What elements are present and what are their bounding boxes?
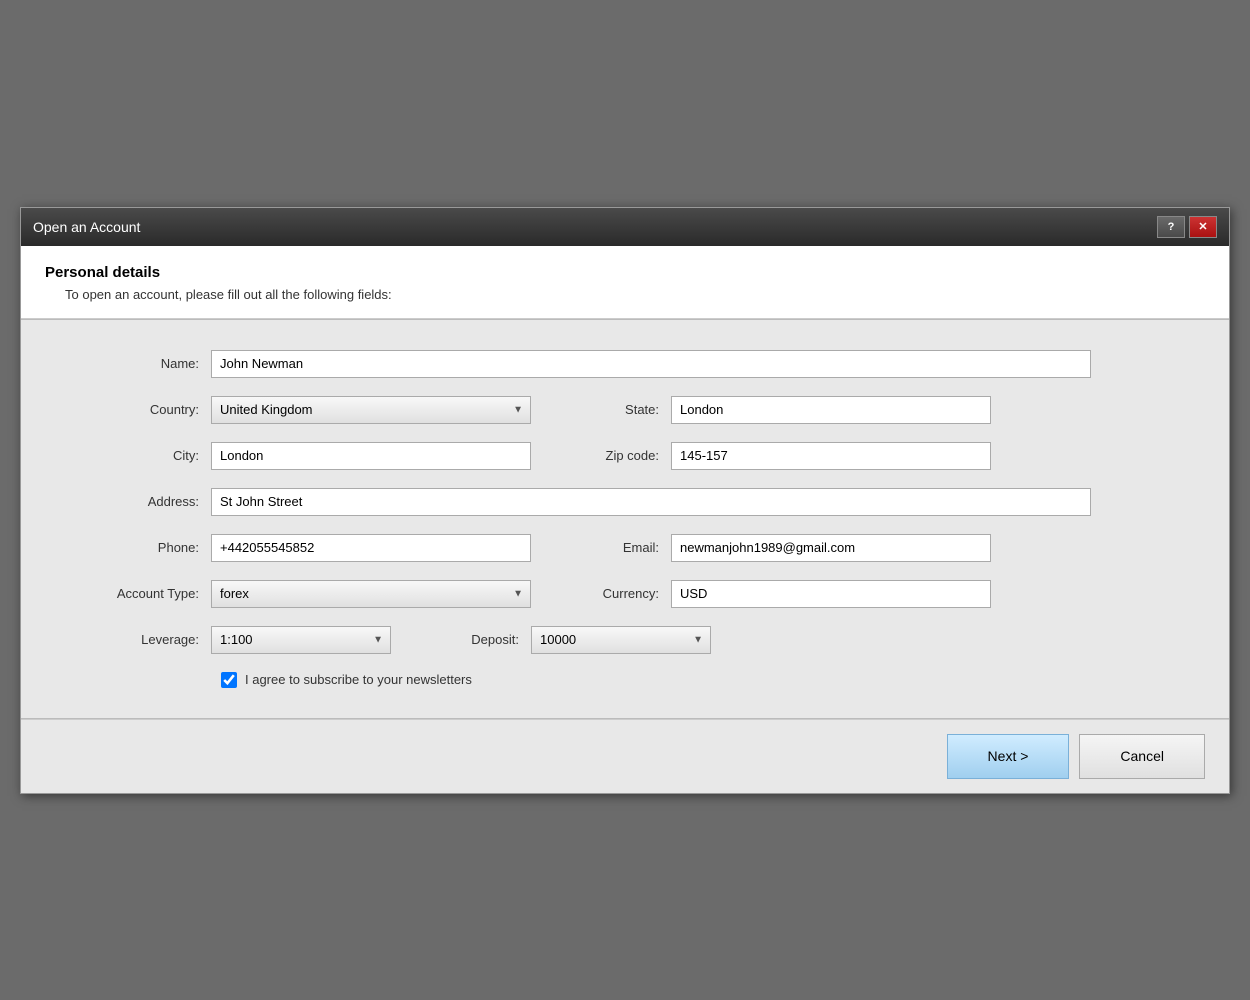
title-bar-buttons: ? ✕ [1157,216,1217,238]
email-group: Email: [571,534,991,562]
name-label: Name: [81,356,211,371]
form-section: Name: Country: United Kingdom United Sta… [21,320,1229,718]
footer-section: Next > Cancel [21,719,1229,793]
close-button[interactable]: ✕ [1189,216,1217,238]
title-bar: Open an Account ? ✕ [21,208,1229,246]
deposit-select[interactable]: 1000 5000 10000 25000 50000 [531,626,711,654]
zip-input[interactable] [671,442,991,470]
newsletter-checkbox[interactable] [221,672,237,688]
country-select[interactable]: United Kingdom United States Germany Fra… [211,396,531,424]
section-subtitle: To open an account, please fill out all … [65,287,1205,302]
name-row: Name: [81,350,1169,378]
deposit-label: Deposit: [431,632,531,647]
state-group: State: [571,396,991,424]
phone-input[interactable] [211,534,531,562]
personal-details-header: Personal details To open an account, ple… [21,246,1229,319]
cancel-button[interactable]: Cancel [1079,734,1205,779]
leverage-deposit-row: Leverage: 1:1 1:10 1:50 1:100 1:200 1:50… [81,626,1169,654]
account-currency-row: Account Type: forex stocks crypto future… [81,580,1169,608]
name-input[interactable] [211,350,1091,378]
address-row: Address: [81,488,1169,516]
section-title: Personal details [45,264,1205,281]
deposit-group: Deposit: 1000 5000 10000 25000 50000 [431,626,711,654]
address-input[interactable] [211,488,1091,516]
account-type-label: Account Type: [81,586,211,601]
phone-label: Phone: [81,540,211,555]
email-label: Email: [571,540,671,555]
zip-label: Zip code: [571,448,671,463]
next-button[interactable]: Next > [947,734,1070,779]
dialog-content: Personal details To open an account, ple… [21,246,1229,793]
leverage-select[interactable]: 1:1 1:10 1:50 1:100 1:200 1:500 [211,626,391,654]
city-label: City: [81,448,211,463]
city-zip-row: City: Zip code: [81,442,1169,470]
account-type-select[interactable]: forex stocks crypto futures [211,580,531,608]
newsletter-checkbox-label: I agree to subscribe to your newsletters [245,672,472,687]
country-state-row: Country: United Kingdom United States Ge… [81,396,1169,424]
help-button[interactable]: ? [1157,216,1185,238]
currency-label: Currency: [571,586,671,601]
account-type-select-wrapper: forex stocks crypto futures [211,580,531,608]
email-input[interactable] [671,534,991,562]
country-select-wrapper: United Kingdom United States Germany Fra… [211,396,531,424]
dialog-window: Open an Account ? ✕ Personal details To … [20,207,1230,794]
dialog-title: Open an Account [33,219,140,235]
currency-group: Currency: [571,580,991,608]
city-input[interactable] [211,442,531,470]
leverage-select-wrapper: 1:1 1:10 1:50 1:100 1:200 1:500 [211,626,391,654]
address-label: Address: [81,494,211,509]
currency-input[interactable] [671,580,991,608]
leverage-label: Leverage: [81,632,211,647]
state-label: State: [571,402,671,417]
phone-email-row: Phone: Email: [81,534,1169,562]
deposit-select-wrapper: 1000 5000 10000 25000 50000 [531,626,711,654]
zip-group: Zip code: [571,442,991,470]
state-input[interactable] [671,396,991,424]
newsletter-checkbox-row: I agree to subscribe to your newsletters [221,672,1169,688]
country-label: Country: [81,402,211,417]
